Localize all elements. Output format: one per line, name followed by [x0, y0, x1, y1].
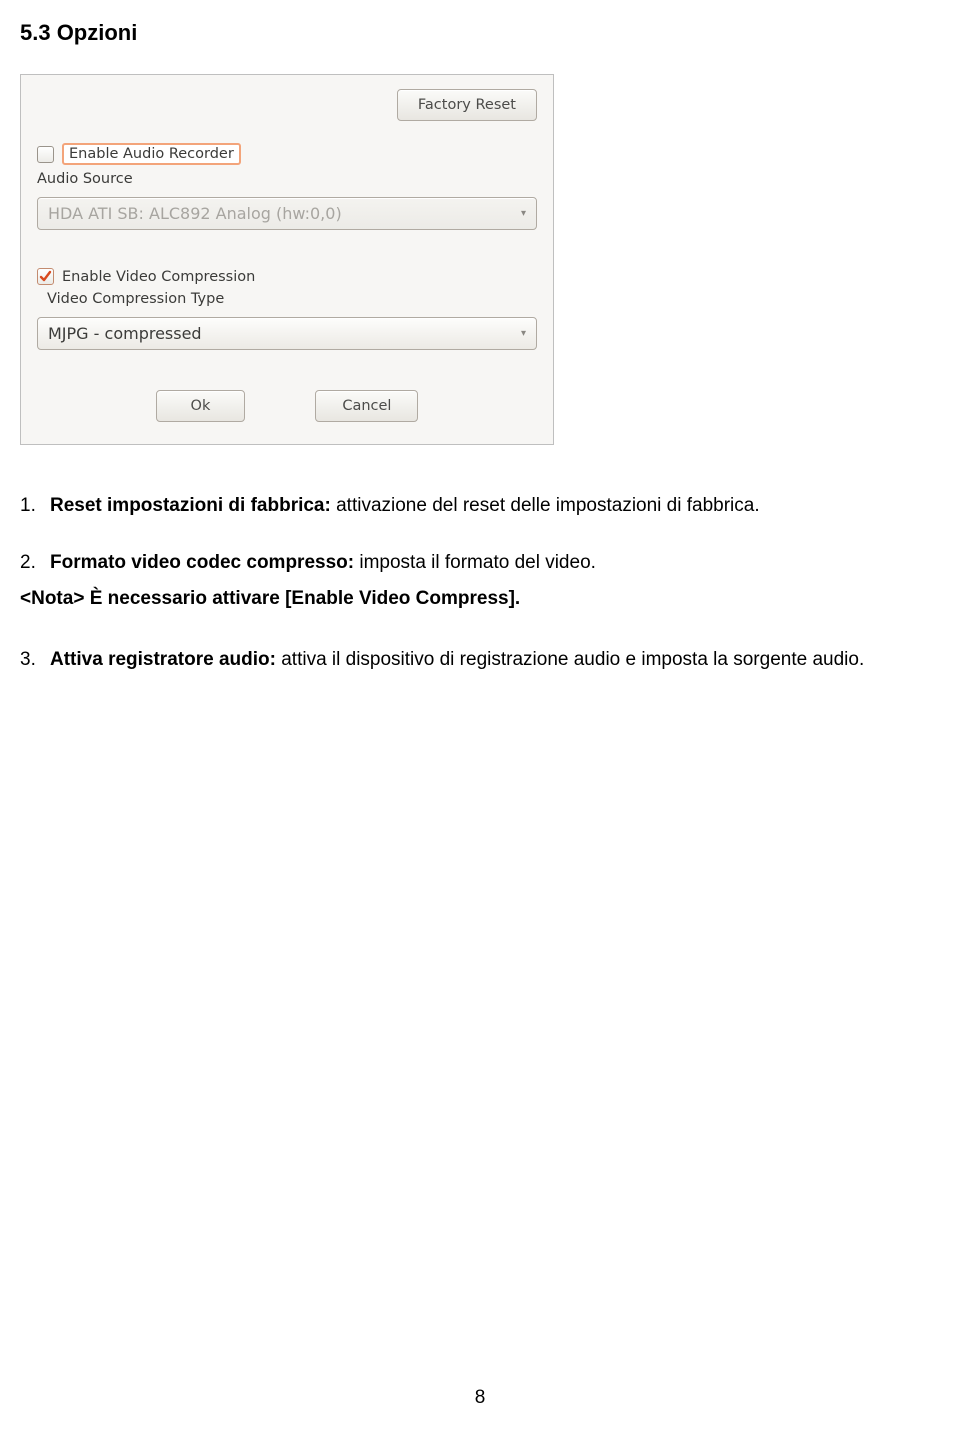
video-compression-type-label: Video Compression Type	[47, 291, 537, 307]
enable-video-compression-label: Enable Video Compression	[62, 269, 255, 285]
factory-reset-button[interactable]: Factory Reset	[397, 89, 537, 121]
list-item-3: 3.Attiva registratore audio: attiva il d…	[20, 645, 940, 674]
section-heading: 5.3 Opzioni	[20, 20, 940, 46]
options-dialog-screenshot: Factory Reset Enable Audio Recorder Audi…	[20, 74, 554, 445]
ok-button[interactable]: Ok	[156, 390, 246, 422]
video-compression-value: MJPG - compressed	[48, 324, 202, 343]
list-item-1: 1.Reset impostazioni di fabbrica: attiva…	[20, 491, 940, 520]
item-number: 3.	[20, 645, 50, 674]
item-rest: attiva il dispositivo di registrazione a…	[281, 649, 864, 670]
cancel-button[interactable]: Cancel	[315, 390, 418, 422]
enable-video-compression-checkbox[interactable]	[37, 268, 54, 285]
audio-source-label: Audio Source	[37, 171, 537, 187]
item-bold: Formato video codec compresso:	[50, 552, 359, 573]
video-compression-combo[interactable]: MJPG - compressed ▾	[37, 317, 537, 350]
list-item-2: 2.Formato video codec compresso: imposta…	[20, 548, 940, 577]
page-number: 8	[0, 1387, 960, 1409]
note-text: <Nota> È necessario attivare [Enable Vid…	[20, 584, 940, 613]
enable-audio-recorder-label: Enable Audio Recorder	[62, 143, 241, 165]
audio-source-combo[interactable]: HDA ATI SB: ALC892 Analog (hw:0,0) ▾	[37, 197, 537, 230]
item-rest: imposta il formato del video.	[359, 552, 596, 573]
item-bold: Reset impostazioni di fabbrica:	[50, 495, 336, 516]
enable-audio-recorder-checkbox[interactable]	[37, 146, 54, 163]
audio-source-value: HDA ATI SB: ALC892 Analog (hw:0,0)	[48, 204, 342, 223]
chevron-down-icon: ▾	[521, 328, 526, 339]
item-rest: attivazione del reset delle impostazioni…	[336, 495, 760, 516]
item-bold: Attiva registratore audio:	[50, 649, 281, 670]
chevron-down-icon: ▾	[521, 208, 526, 219]
item-number: 1.	[20, 491, 50, 520]
item-number: 2.	[20, 548, 50, 577]
